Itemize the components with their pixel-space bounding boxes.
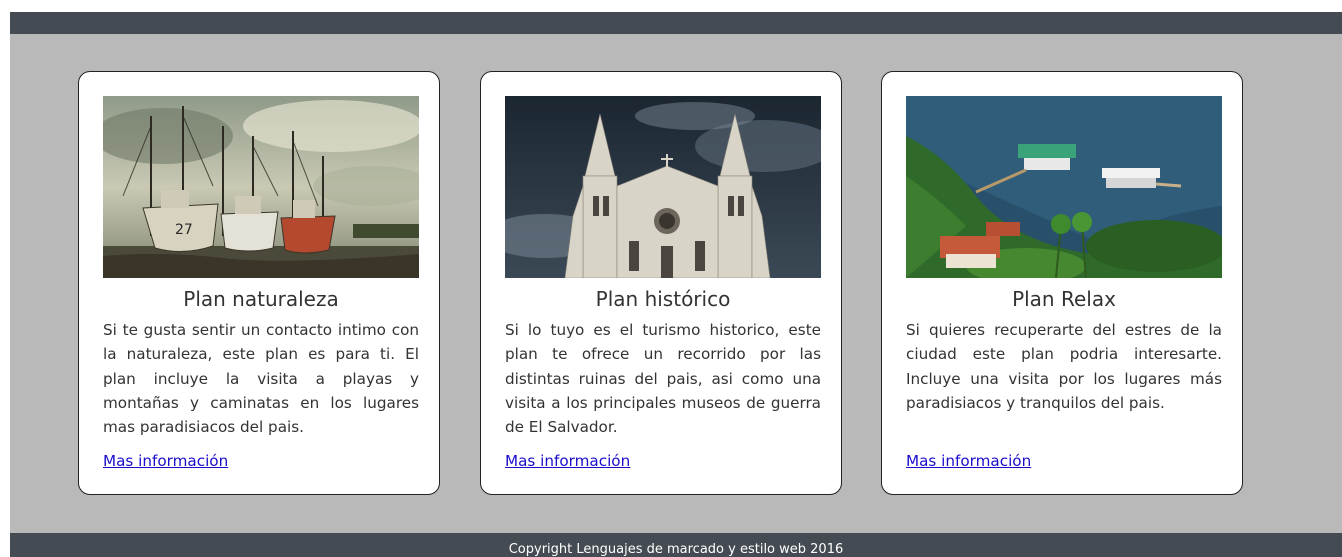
copyright-text: Copyright Lenguajes de marcado y estilo … <box>508 542 844 557</box>
card-title: Plan histórico <box>595 287 731 311</box>
plan-card-naturaleza: 27 Plan naturaleza Si te gusta sentir un… <box>78 71 440 495</box>
lake-resort-image <box>906 96 1222 278</box>
shrimp-boats-image: 27 <box>103 96 419 278</box>
more-info-link[interactable]: Mas información <box>505 449 630 473</box>
cathedral-image <box>505 96 821 278</box>
svg-text:27: 27 <box>175 222 193 238</box>
card-description: Si lo tuyo es el turismo historico, este… <box>505 321 821 437</box>
card-description: Si te gusta sentir un contacto intimo co… <box>103 321 419 437</box>
top-navbar <box>10 12 1342 34</box>
more-info-link[interactable]: Mas información <box>103 449 228 473</box>
plan-card-relax: Plan Relax Si quieres recuperarte del es… <box>881 71 1243 495</box>
plans-section: 27 Plan naturaleza Si te gusta sentir un… <box>10 34 1342 533</box>
plan-card-historico: Plan histórico Si lo tuyo es el turismo … <box>480 71 842 495</box>
card-title: Plan Relax <box>1012 287 1116 311</box>
footer: Copyright Lenguajes de marcado y estilo … <box>10 533 1342 557</box>
more-info-link[interactable]: Mas información <box>906 449 1031 473</box>
card-description: Si quieres recuperarte del estres de la … <box>906 321 1222 412</box>
card-title: Plan naturaleza <box>183 287 339 311</box>
